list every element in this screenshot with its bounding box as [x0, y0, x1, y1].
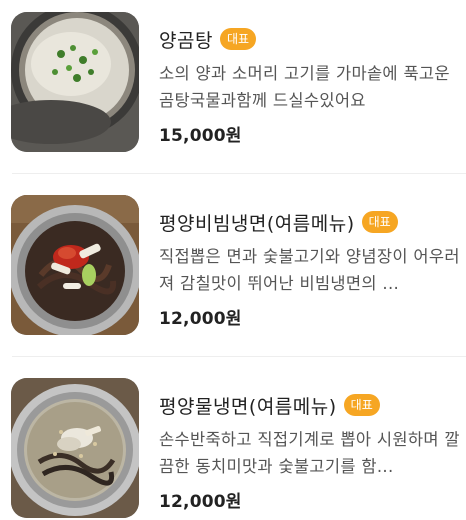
menu-price: 12,000원: [159, 309, 242, 329]
cold-noodle-broth-photo: [11, 378, 139, 518]
menu-price: 15,000원: [159, 126, 242, 146]
beef-soup-photo: [11, 12, 139, 152]
menu-description: 소의 양과 소머리 고기를 가마솥에 푹고운 곰탕국물과함께 드실수있어요: [159, 64, 450, 110]
menu-info: 평양물냉면(여름메뉴) 대표 손수반죽하고 직접기계로 뽑아 시원하며 깔끔한 …: [159, 391, 462, 512]
menu-info: 평양비빔냉면(여름메뉴) 대표 직접뽑은 면과 숯불고기와 양념장이 어우러져 …: [159, 208, 462, 329]
menu-description: 손수반죽하고 직접기계로 뽑아 시원하며 깔끔한 동치미맛과 숯불고기를 함..…: [159, 430, 460, 476]
menu-item-mul-naengmyeon[interactable]: 평양물냉면(여름메뉴) 대표 손수반죽하고 직접기계로 뽑아 시원하며 깔끔한 …: [0, 371, 466, 520]
menu-name: 평양물냉면(여름메뉴): [159, 395, 337, 418]
menu-item-bibim-naengmyeon[interactable]: 평양비빔냉면(여름메뉴) 대표 직접뽑은 면과 숯불고기와 양념장이 어우러져 …: [0, 188, 466, 338]
menu-name: 양곰탕: [159, 29, 213, 52]
menu-description: 직접뽑은 면과 숯불고기와 양념장이 어우러져 감칠맛이 뛰어난 비빔냉면의 .…: [159, 247, 460, 293]
title-row: 평양물냉면(여름메뉴) 대표: [159, 391, 462, 419]
menu-item-yanggomtang[interactable]: 양곰탕 대표 소의 양과 소머리 고기를 가마솥에 푹고운 곰탕국물과함께 드실…: [0, 5, 466, 155]
title-row: 평양비빔냉면(여름메뉴) 대표: [159, 208, 462, 236]
menu-name: 평양비빔냉면(여름메뉴): [159, 212, 355, 235]
signature-badge: 대표: [219, 28, 257, 50]
signature-badge: 대표: [361, 211, 398, 233]
divider: [12, 173, 466, 174]
title-row: 양곰탕 대표: [159, 25, 462, 53]
signature-badge: 대표: [343, 394, 380, 416]
menu-list: 양곰탕 대표 소의 양과 소머리 고기를 가마솥에 푹고운 곰탕국물과함께 드실…: [0, 0, 466, 520]
spicy-cold-noodle-photo: [11, 195, 139, 335]
menu-info: 양곰탕 대표 소의 양과 소머리 고기를 가마솥에 푹고운 곰탕국물과함께 드실…: [159, 25, 462, 146]
menu-price: 12,000원: [159, 492, 242, 512]
divider: [12, 356, 466, 357]
